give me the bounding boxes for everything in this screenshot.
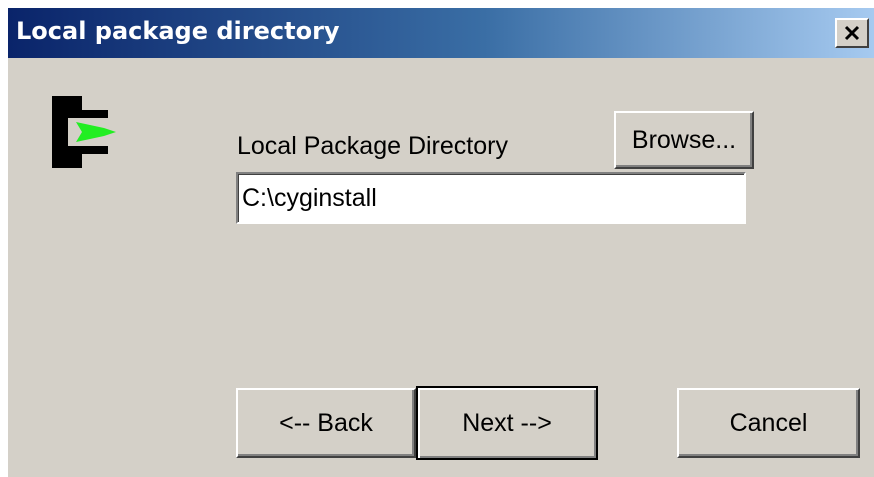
close-icon <box>844 25 860 41</box>
title-bar[interactable]: Local package directory <box>8 8 874 58</box>
close-button[interactable] <box>835 18 869 48</box>
window-title: Local package directory <box>16 17 340 45</box>
local-directory-input[interactable] <box>236 172 746 224</box>
cancel-button[interactable]: Cancel <box>677 388 860 458</box>
next-button[interactable]: Next --> <box>416 386 598 460</box>
cygwin-logo-icon <box>42 92 122 172</box>
back-button[interactable]: <-- Back <box>236 388 416 458</box>
local-package-directory-label: Local Package Directory <box>237 132 508 160</box>
browse-button[interactable]: Browse... <box>614 111 754 169</box>
setup-dialog: Local package directory Local Package Di… <box>8 8 874 477</box>
